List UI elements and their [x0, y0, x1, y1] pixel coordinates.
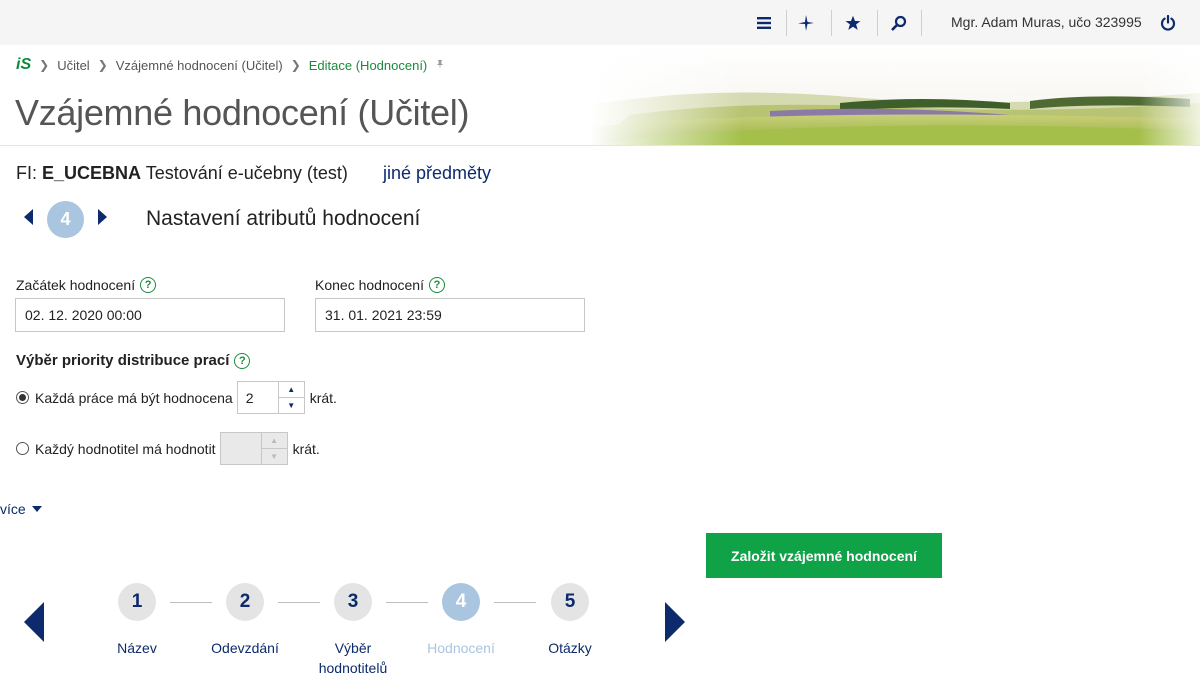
end-label: Konec hodnocení ? [315, 277, 445, 293]
course-name: Testování e-učebny (test) [145, 163, 348, 183]
reviews-per-work-input[interactable] [237, 382, 278, 413]
stepper-label-3[interactable]: Výběr hodnotitelů [313, 638, 393, 678]
stepper-step-5[interactable]: 5 [551, 583, 589, 621]
chevron-right-icon: ❯ [97, 58, 108, 72]
stepper-connector [170, 602, 212, 603]
previous-step-big-arrow-icon[interactable] [24, 602, 44, 642]
star-icon[interactable] [838, 8, 868, 38]
stepper-label-2[interactable]: Odevzdání [190, 638, 300, 658]
stepper-step-3[interactable]: 3 [334, 583, 372, 621]
previous-step-arrow-icon[interactable] [24, 209, 33, 225]
topbar-separator [921, 10, 922, 36]
increment-arrow-icon[interactable]: ▲ [279, 382, 304, 397]
help-icon[interactable]: ? [140, 277, 157, 293]
chevron-right-icon: ❯ [39, 58, 50, 72]
stepper-step-1[interactable]: 1 [118, 583, 156, 621]
stepper-connector [494, 602, 536, 603]
start-date-input[interactable] [15, 298, 285, 332]
power-icon[interactable] [1156, 11, 1180, 35]
stepper-label-5[interactable]: Otázky [515, 638, 625, 658]
option-each-reviewer-suffix: krát. [292, 440, 320, 457]
option-each-reviewer-row: Každý hodnotitel má hodnotit ▲ ▼ krát. [16, 432, 320, 465]
priority-section-label: Výběr priority distribuce prací ? [16, 352, 251, 369]
breadcrumb: iS ❯ Učitel ❯ Vzájemné hodnocení (Učitel… [16, 55, 445, 75]
help-icon[interactable]: ? [428, 277, 445, 293]
landscape-banner [590, 45, 1200, 146]
step-title: Nastavení atributů hodnocení [146, 207, 421, 230]
option-each-work-label: Každá práce má být hodnocena [35, 389, 233, 406]
other-subjects-link[interactable]: jiné předměty [383, 163, 491, 184]
topbar-separator [831, 10, 832, 36]
more-options-toggle[interactable]: více [0, 501, 42, 517]
chevron-right-icon: ❯ [290, 58, 301, 72]
stepper-step-2[interactable]: 2 [226, 583, 264, 621]
end-date-input[interactable] [315, 298, 585, 332]
stepper-connector [386, 602, 428, 603]
help-icon[interactable]: ? [234, 352, 251, 369]
decrement-arrow-icon: ▼ [261, 448, 287, 464]
option-each-work-row: Každá práce má být hodnocena ▲ ▼ krát. [16, 381, 337, 414]
stepper-step-4: 4 [442, 583, 480, 621]
topbar-separator [877, 10, 878, 36]
title-divider [0, 145, 1200, 146]
create-peer-review-button[interactable]: Založit vzájemné hodnocení [706, 533, 942, 578]
breadcrumb-current: Editace (Hodnocení) [308, 57, 428, 73]
stepper-label-1[interactable]: Název [82, 638, 192, 658]
breadcrumb-item-peer-review[interactable]: Vzájemné hodnocení (Učitel) [116, 58, 283, 73]
works-per-reviewer-input [220, 433, 261, 464]
breadcrumb-item-teacher[interactable]: Učitel [57, 58, 90, 73]
start-label: Začátek hodnocení ? [16, 277, 157, 293]
works-per-reviewer-stepper: ▲ ▼ [219, 432, 288, 465]
menu-icon[interactable] [749, 8, 779, 38]
priority-label-text: Výběr priority distribuce prací [16, 352, 230, 369]
search-icon[interactable] [884, 8, 914, 38]
option-each-work-radio[interactable] [16, 391, 29, 404]
course-heading: FI: E_UCEBNA Testování e-učebny (test) [16, 163, 348, 184]
increment-arrow-icon: ▲ [270, 436, 279, 445]
caret-down-icon [31, 506, 42, 512]
start-label-text: Začátek hodnocení [16, 277, 136, 293]
course-code: E_UCEBNA [42, 163, 142, 183]
option-each-reviewer-radio[interactable] [16, 442, 29, 455]
is-logo[interactable]: iS [16, 56, 31, 74]
option-each-reviewer-label: Každý hodnotitel má hodnotit [35, 440, 216, 457]
reviews-per-work-stepper: ▲ ▼ [236, 381, 305, 414]
pin-icon[interactable] [435, 59, 445, 72]
course-prefix: FI: [16, 163, 37, 183]
stepper-label-4: Hodnocení [427, 640, 495, 656]
topbar-separator [786, 10, 787, 36]
next-step-arrow-icon[interactable] [98, 209, 107, 225]
more-options-label: více [0, 501, 26, 517]
end-label-text: Konec hodnocení [315, 277, 424, 293]
pin-navigation-icon[interactable] [791, 8, 821, 38]
page-title: Vzájemné hodnocení (Učitel) [15, 92, 470, 133]
user-name[interactable]: Mgr. Adam Muras, učo 323995 [951, 14, 1142, 30]
top-bar: Mgr. Adam Muras, učo 323995 [0, 0, 1200, 45]
current-step-indicator: 4 [47, 201, 84, 238]
next-step-big-arrow-icon[interactable] [665, 602, 685, 642]
option-each-work-suffix: krát. [309, 389, 337, 406]
stepper-connector [278, 602, 320, 603]
decrement-arrow-icon[interactable]: ▼ [278, 397, 304, 413]
